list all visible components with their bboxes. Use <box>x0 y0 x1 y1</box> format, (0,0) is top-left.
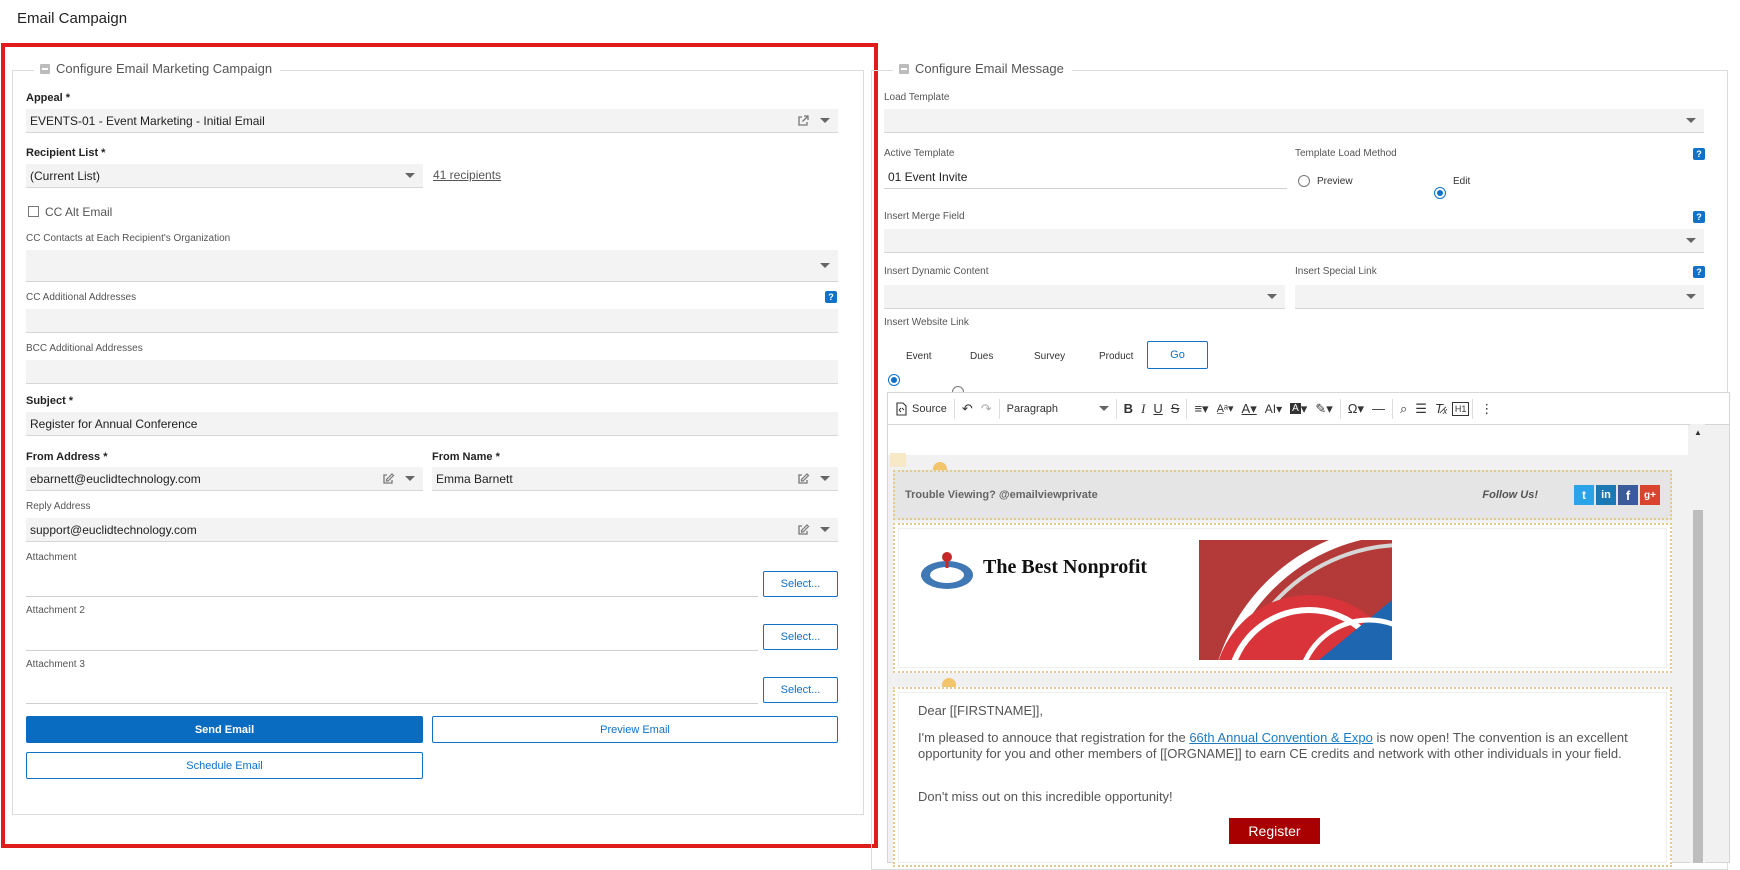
email-paragraph-1: I'm pleased to annouce that registration… <box>918 730 1628 762</box>
block-format-value: Paragraph <box>1006 402 1059 415</box>
email-paragraph-2: Don't miss out on this incredible opport… <box>918 789 1173 804</box>
dynamic-content-label: Insert Dynamic Content <box>884 266 989 277</box>
dynamic-content-select[interactable] <box>884 285 1285 309</box>
template-load-method-label: Template Load Method <box>1295 148 1397 159</box>
register-button[interactable]: Register <box>1229 818 1320 844</box>
merge-field-select[interactable] <box>884 229 1704 253</box>
underline-icon[interactable]: U <box>1149 397 1166 421</box>
source-icon <box>896 401 907 416</box>
scrollbar-thumb[interactable] <box>1693 510 1703 863</box>
special-link-label: Insert Special Link <box>1295 266 1377 277</box>
active-template-field: 01 Event Invite <box>884 165 1287 189</box>
source-button[interactable]: Source <box>888 397 951 421</box>
horizontal-line-icon[interactable]: — <box>1368 397 1389 421</box>
font-color-icon[interactable]: A▾ <box>1238 397 1261 421</box>
undo-icon[interactable]: ↶ <box>958 397 977 421</box>
radio-edit[interactable] <box>1434 187 1446 199</box>
block-format-select[interactable]: Paragraph <box>1003 397 1113 421</box>
go-button[interactable]: Go <box>1147 341 1208 369</box>
email-greeting: Dear [[FIRSTNAME]], <box>918 703 1043 718</box>
scroll-up-icon[interactable]: ▲ <box>1693 428 1703 437</box>
linkedin-icon[interactable]: in <box>1596 485 1616 505</box>
message-legend-text: Configure Email Message <box>915 61 1064 76</box>
redo-icon[interactable]: ↷ <box>977 397 996 421</box>
special-link-select[interactable] <box>1295 285 1704 309</box>
follow-us-text: Follow Us! <box>1482 489 1538 501</box>
chevron-down-icon[interactable] <box>1686 294 1696 299</box>
help-icon[interactable]: ? <box>1693 266 1705 278</box>
merge-field-label: Insert Merge Field <box>884 211 965 222</box>
message-legend[interactable]: Configure Email Message <box>893 61 1072 76</box>
heading-icon[interactable]: H1 <box>1451 401 1470 416</box>
font-family-icon[interactable]: AI▾ <box>1261 397 1286 421</box>
page-title: Email Campaign <box>17 10 128 27</box>
special-characters-icon[interactable]: Ω▾ <box>1344 397 1368 421</box>
chevron-down-icon[interactable] <box>1686 238 1696 243</box>
italic-icon[interactable]: I <box>1137 397 1149 421</box>
radio-survey-label: Survey <box>1034 351 1066 362</box>
chevron-down-icon <box>1098 406 1109 411</box>
bold-icon[interactable]: B <box>1120 397 1137 421</box>
more-options-icon[interactable]: ⋮ <box>1476 397 1497 421</box>
website-link-label: Insert Website Link <box>884 317 969 328</box>
nonprofit-logo-icon <box>921 552 973 589</box>
align-icon[interactable]: ≡▾ <box>1190 397 1212 421</box>
active-template-value: 01 Event Invite <box>888 169 968 184</box>
radio-preview[interactable] <box>1298 175 1310 187</box>
source-label: Source <box>912 402 947 415</box>
highlight-icon[interactable]: ✎▾ <box>1311 397 1336 421</box>
help-icon[interactable]: ? <box>1693 211 1705 223</box>
active-template-label: Active Template <box>884 148 955 159</box>
google-plus-icon[interactable]: g+ <box>1640 485 1660 505</box>
chevron-down-icon[interactable] <box>1267 294 1277 299</box>
background-color-icon[interactable]: A ▾ <box>1286 397 1311 421</box>
radio-dues-label: Dues <box>970 351 994 362</box>
font-size-icon[interactable]: A̲ᵃ▾ <box>1213 397 1238 421</box>
radio-edit-label: Edit <box>1453 176 1471 187</box>
org-name: The Best Nonprofit <box>983 556 1148 578</box>
highlight-frame <box>1 43 878 848</box>
help-icon[interactable]: ? <box>1693 148 1705 160</box>
radio-product-label: Product <box>1099 351 1134 362</box>
editor-toolbar: Source ↶ ↷ Paragraph B I U S ≡▾ A̲ᵃ▾ A▾ … <box>887 392 1730 424</box>
editor-top-space <box>888 425 1688 455</box>
email-header-strip: Trouble Viewing? @emailviewprivate Follo… <box>893 470 1672 520</box>
radio-event[interactable] <box>888 374 900 386</box>
load-template-select[interactable] <box>884 109 1704 133</box>
find-replace-icon[interactable]: ⌕ <box>1396 397 1411 421</box>
facebook-icon[interactable]: f <box>1618 485 1638 505</box>
remove-format-icon[interactable]: T̷ₓ <box>1431 397 1452 421</box>
twitter-icon[interactable]: t <box>1574 485 1594 505</box>
chevron-down-icon[interactable] <box>1686 118 1696 123</box>
convention-link[interactable]: 66th Annual Convention & Expo <box>1189 730 1373 745</box>
strikethrough-icon[interactable]: S <box>1167 397 1184 421</box>
radio-preview-label: Preview <box>1317 176 1353 187</box>
radio-event-label: Event <box>906 351 932 362</box>
select-all-icon[interactable]: ☰ <box>1411 397 1431 421</box>
widget-handle[interactable] <box>890 453 906 467</box>
load-template-label: Load Template <box>884 92 950 103</box>
para1-pre: I'm pleased to annouce that registration… <box>918 730 1190 745</box>
trouble-viewing-text[interactable]: Trouble Viewing? @emailviewprivate <box>905 489 1482 501</box>
collapse-icon[interactable] <box>899 63 909 74</box>
banner-graphic <box>1199 540 1392 660</box>
